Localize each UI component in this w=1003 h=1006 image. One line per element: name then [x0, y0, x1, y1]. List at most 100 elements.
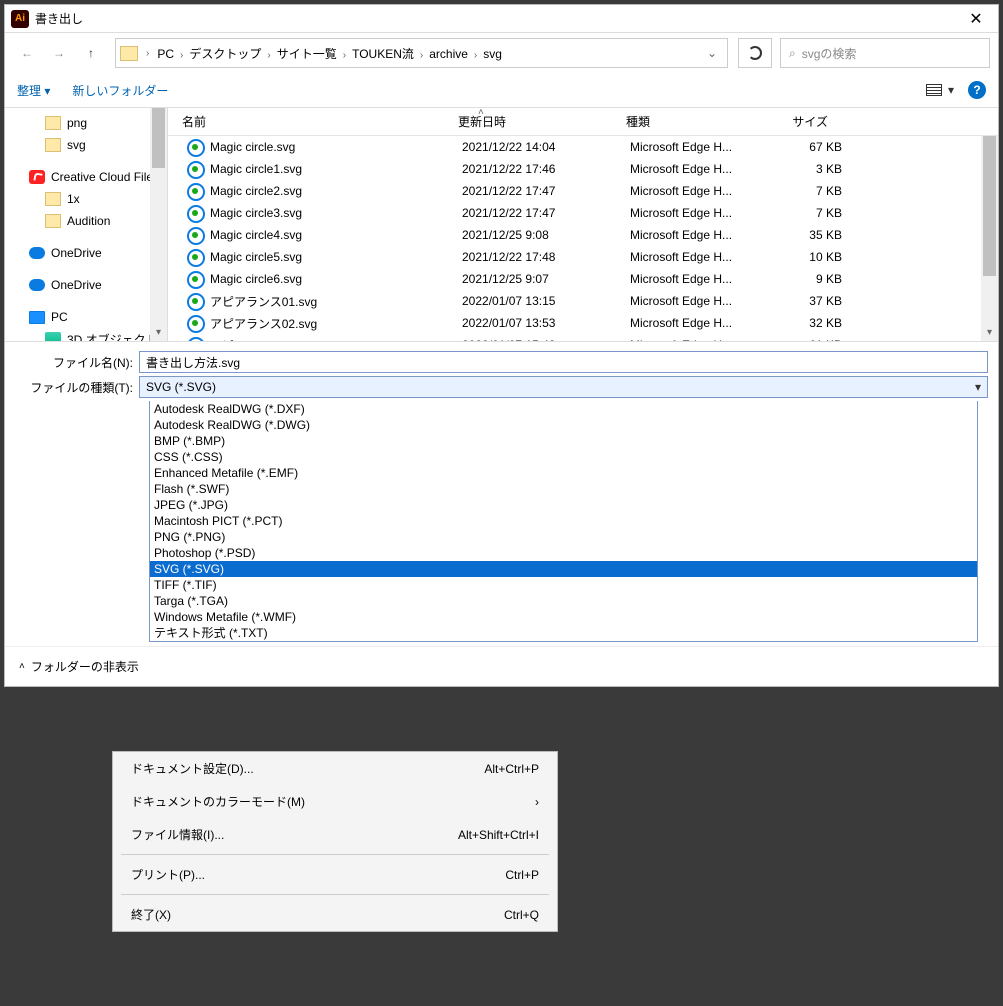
menu-item[interactable]: ドキュメントのカラーモード(M)›: [113, 785, 557, 818]
filetype-option[interactable]: Photoshop (*.PSD): [150, 545, 977, 561]
file-fields: ファイル名(N): ファイルの種類(T): SVG (*.SVG) Autode…: [5, 341, 998, 646]
file-row[interactable]: アピアランス01.svg2022/01/07 13:15Microsoft Ed…: [168, 290, 998, 312]
tree-item[interactable]: svg: [5, 134, 167, 156]
tree-item[interactable]: png: [5, 112, 167, 134]
file-row[interactable]: Magic circle5.svg2021/12/22 17:48Microso…: [168, 246, 998, 268]
tree-item[interactable]: Audition: [5, 210, 167, 232]
cc-icon: [29, 170, 45, 184]
file-row[interactable]: アピアランス03.svg2022/01/07 15:43Microsoft Ed…: [168, 334, 998, 341]
refresh-button[interactable]: [738, 38, 772, 68]
nav-up-button[interactable]: ↑: [77, 39, 105, 67]
svg-file-icon: [186, 138, 204, 156]
sep-icon: ›: [144, 48, 151, 59]
path-dropdown-button[interactable]: ⌄: [701, 46, 723, 60]
filetype-option[interactable]: Autodesk RealDWG (*.DWG): [150, 417, 977, 433]
cloud-icon: [29, 279, 45, 291]
menu-separator: [121, 894, 549, 895]
filetype-option[interactable]: PNG (*.PNG): [150, 529, 977, 545]
main-area: pngsvg Creative Cloud File…1xAudition OneD…: [5, 108, 998, 341]
tree-item[interactable]: 1x: [5, 188, 167, 210]
svg-file-icon: [186, 204, 204, 222]
breadcrumb-item[interactable]: TOUKEN流: [348, 45, 418, 63]
filetype-option[interactable]: テキスト形式 (*.TXT): [150, 625, 977, 641]
file-row[interactable]: Magic circle1.svg2021/12/22 17:46Microso…: [168, 158, 998, 180]
filetype-option[interactable]: TIFF (*.TIF): [150, 577, 977, 593]
filename-input[interactable]: [139, 351, 988, 373]
file-size: 9 KB: [754, 272, 842, 286]
scroll-thumb[interactable]: [152, 108, 165, 168]
cloud-icon: [29, 247, 45, 259]
breadcrumb-item[interactable]: svg: [479, 45, 506, 63]
filetype-option[interactable]: Windows Metafile (*.WMF): [150, 609, 977, 625]
menu-item[interactable]: ドキュメント設定(D)...Alt+Ctrl+P: [113, 752, 557, 785]
file-row[interactable]: Magic circle6.svg2021/12/25 9:07Microsof…: [168, 268, 998, 290]
view-mode-button[interactable]: ▾: [926, 83, 954, 97]
col-type[interactable]: 種類: [626, 113, 750, 130]
file-type: Microsoft Edge H...: [630, 228, 754, 242]
refresh-icon: [748, 46, 762, 60]
menu-item[interactable]: プリント(P)...Ctrl+P: [113, 858, 557, 891]
tree-scrollbar[interactable]: ▴ ▾: [150, 108, 167, 341]
file-name: Magic circle5.svg: [210, 250, 462, 264]
tree-item[interactable]: OneDrive: [5, 242, 167, 264]
filetype-option[interactable]: CSS (*.CSS): [150, 449, 977, 465]
filetype-option[interactable]: JPEG (*.JPG): [150, 497, 977, 513]
file-name: Magic circle2.svg: [210, 184, 462, 198]
tree-item[interactable]: PC: [5, 306, 167, 328]
file-type: Microsoft Edge H...: [630, 316, 754, 330]
svg-file-icon: [186, 248, 204, 266]
breadcrumb-item[interactable]: PC: [153, 45, 178, 63]
hide-folders-button[interactable]: ˄ フォルダーの非表示: [19, 658, 139, 675]
breadcrumb-item[interactable]: サイト一覧: [273, 45, 341, 63]
svg-file-icon: [186, 270, 204, 288]
tree-item[interactable]: 3D オブジェクト: [5, 328, 167, 341]
scroll-thumb[interactable]: [983, 136, 996, 276]
file-row[interactable]: Magic circle4.svg2021/12/25 9:08Microsof…: [168, 224, 998, 246]
filetype-option[interactable]: Flash (*.SWF): [150, 481, 977, 497]
file-type: Microsoft Edge H...: [630, 162, 754, 176]
close-button[interactable]: ✕: [960, 5, 992, 33]
app-icon: Ai: [11, 10, 29, 28]
file-row[interactable]: Magic circle.svg2021/12/22 14:04Microsof…: [168, 136, 998, 158]
scroll-down-icon[interactable]: ▾: [150, 324, 167, 341]
search-input[interactable]: ⌕ svgの検索: [780, 38, 990, 68]
submenu-arrow-icon: ›: [535, 795, 539, 809]
col-size[interactable]: サイズ: [750, 113, 848, 130]
new-folder-button[interactable]: 新しいフォルダー: [72, 82, 168, 99]
search-icon: ⌕: [789, 46, 796, 61]
breadcrumb-item[interactable]: デスクトップ: [185, 45, 265, 63]
file-name: Magic circle1.svg: [210, 162, 462, 176]
file-type: Microsoft Edge H...: [630, 184, 754, 198]
filetype-option[interactable]: Enhanced Metafile (*.EMF): [150, 465, 977, 481]
help-button[interactable]: ?: [968, 81, 986, 99]
file-row[interactable]: Magic circle3.svg2021/12/22 17:47Microso…: [168, 202, 998, 224]
svg-file-icon: [186, 292, 204, 310]
breadcrumb-bar[interactable]: › PC›デスクトップ›サイト一覧›TOUKEN流›archive›svg ⌄: [115, 38, 728, 68]
scroll-down-icon[interactable]: ▾: [981, 324, 998, 341]
folder-icon: [45, 116, 61, 130]
nav-back-button[interactable]: ←: [13, 39, 41, 67]
filename-label: ファイル名(N):: [15, 354, 133, 371]
files-scrollbar[interactable]: ▾: [981, 136, 998, 341]
tree-item[interactable]: OneDrive: [5, 274, 167, 296]
filetype-option[interactable]: Macintosh PICT (*.PCT): [150, 513, 977, 529]
col-name[interactable]: 名前: [182, 113, 458, 130]
file-size: 61 KB: [754, 338, 842, 341]
organize-menu[interactable]: 整理 ▾: [17, 82, 50, 99]
file-name: Magic circle4.svg: [210, 228, 462, 242]
menu-item[interactable]: ファイル情報(I)...Alt+Shift+Ctrl+I: [113, 818, 557, 851]
filetype-option[interactable]: Autodesk RealDWG (*.DXF): [150, 401, 977, 417]
filetype-select[interactable]: SVG (*.SVG): [139, 376, 988, 398]
file-row[interactable]: Magic circle2.svg2021/12/22 17:47Microso…: [168, 180, 998, 202]
file-type: Microsoft Edge H...: [630, 294, 754, 308]
menu-shortcut: Ctrl+Q: [504, 908, 539, 922]
tree-item[interactable]: Creative Cloud File…: [5, 166, 167, 188]
breadcrumb-item[interactable]: archive: [425, 45, 472, 63]
filetype-option[interactable]: BMP (*.BMP): [150, 433, 977, 449]
filetype-option[interactable]: Targa (*.TGA): [150, 593, 977, 609]
filetype-option[interactable]: SVG (*.SVG): [150, 561, 977, 577]
menu-item[interactable]: 終了(X)Ctrl+Q: [113, 898, 557, 931]
file-date: 2022/01/07 13:53: [462, 316, 630, 330]
file-row[interactable]: アピアランス02.svg2022/01/07 13:53Microsoft Ed…: [168, 312, 998, 334]
nav-forward-button[interactable]: →: [45, 39, 73, 67]
